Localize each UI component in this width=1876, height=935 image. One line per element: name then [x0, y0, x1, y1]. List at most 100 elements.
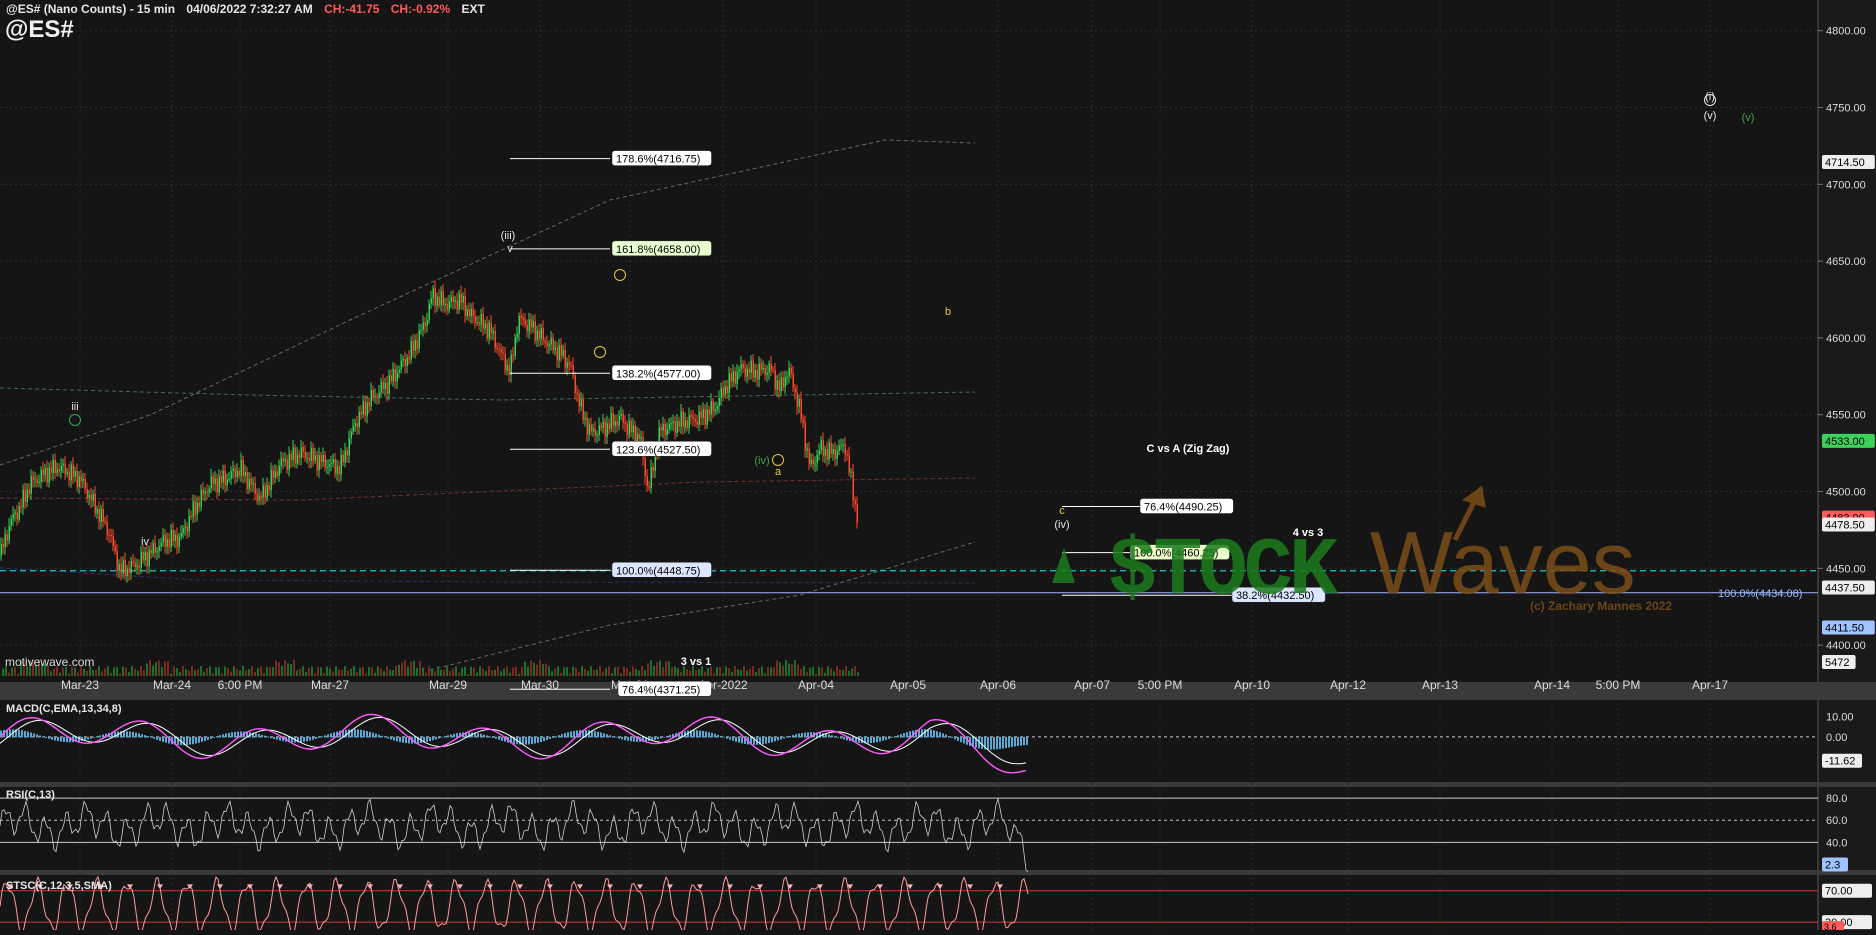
candle-body: [770, 363, 772, 371]
candle-body: [828, 442, 830, 460]
macd-hist-bar: [396, 736, 398, 742]
macd-hist-bar: [726, 736, 728, 739]
volume-bar: [395, 666, 397, 676]
volume-bar: [248, 669, 250, 676]
wave-label: (i): [1705, 91, 1715, 103]
time-tick-label: Apr-17: [1692, 678, 1728, 692]
macd-hist-bar: [390, 736, 392, 740]
macd-hist-bar: [201, 736, 203, 742]
volume-bar: [698, 669, 700, 676]
macd-hist-bar: [276, 736, 278, 740]
panel-separator: [0, 682, 1876, 700]
volume-bar: [320, 667, 322, 676]
macd-hist-bar: [606, 734, 608, 738]
candle-body: [674, 421, 676, 433]
volume-bar: [104, 668, 106, 676]
candle-body: [620, 413, 622, 416]
candle-body: [20, 506, 22, 508]
macd-hist-bar: [783, 736, 785, 739]
macd-hist-bar: [609, 735, 611, 738]
volume-bar: [533, 662, 535, 676]
candle-body: [616, 421, 618, 426]
macd-hist-bar: [594, 731, 596, 738]
volume-bar: [266, 667, 268, 676]
candle-body: [106, 522, 108, 535]
candle-body: [244, 472, 246, 476]
candle-body: [418, 329, 420, 349]
candle-body: [208, 488, 210, 493]
candle-body: [726, 386, 728, 394]
volume-bar: [317, 667, 319, 676]
macd-hist-bar: [930, 729, 932, 738]
macd-hist-bar: [699, 730, 701, 738]
candle-body: [514, 337, 516, 357]
macd-hist-bar: [441, 736, 443, 738]
macd-tick-label: 0.00: [1826, 732, 1847, 744]
candle-body: [94, 493, 96, 514]
macd-panel-title: MACD(C,EMA,13,34,8): [6, 703, 122, 715]
macd-hist-bar: [612, 736, 614, 738]
candle-body: [546, 343, 548, 347]
time-tick-label: Apr-13: [1422, 678, 1458, 692]
chart-canvas[interactable]: 4400.00 4450.00 4500.00 4550.00 4600.00 4650.…: [0, 0, 1876, 935]
volume-bar: [389, 669, 391, 676]
macd-hist-bar: [546, 736, 548, 741]
macd-hist-bar: [618, 736, 620, 739]
macd-hist-bar: [138, 733, 140, 738]
volume-bar: [638, 670, 640, 676]
macd-hist-bar: [993, 736, 995, 750]
candle-body: [72, 464, 74, 477]
chart-workspace[interactable]: 4400.00 4450.00 4500.00 4550.00 4600.00 4650.…: [0, 0, 1876, 935]
candle-body: [800, 399, 802, 420]
candle-body: [222, 471, 224, 483]
candle-body: [676, 421, 678, 433]
candle-body: [596, 434, 598, 436]
macd-hist-bar: [696, 730, 698, 738]
candle-body: [280, 458, 282, 466]
macd-hist-bar: [312, 736, 314, 740]
price-tick-label: 4750.00: [1826, 103, 1866, 115]
candle-body: [294, 447, 296, 464]
macd-hist-bar: [804, 732, 806, 738]
macd-hist-bar: [261, 734, 263, 738]
volume-bar: [593, 670, 595, 676]
symbol-label: @ES#: [5, 16, 74, 43]
candle-body: [816, 454, 818, 464]
candle-body: [786, 376, 788, 378]
candle-body: [22, 489, 24, 508]
volume-bar: [857, 672, 859, 676]
volume-bar: [440, 669, 442, 676]
macd-hist-bar: [534, 736, 536, 744]
candle-body: [56, 469, 58, 473]
volume-bar: [212, 673, 214, 676]
macd-hist-bar: [165, 736, 167, 743]
candle-body: [70, 464, 72, 481]
macd-hist-bar: [906, 732, 908, 738]
candle-body: [226, 479, 228, 486]
macd-hist-bar: [600, 732, 602, 738]
candle-body: [666, 429, 668, 436]
macd-hist-bar: [36, 734, 38, 738]
volume-bar: [689, 670, 691, 676]
candle-body: [824, 448, 826, 456]
candle-body: [302, 447, 304, 452]
candle-body: [522, 317, 524, 321]
candle-body: [506, 364, 508, 371]
volume-bar: [512, 667, 514, 676]
candle-body: [38, 481, 40, 483]
candle-body: [488, 322, 490, 339]
candle-body: [278, 465, 280, 476]
volume-bar: [482, 668, 484, 676]
candle-body: [88, 494, 90, 499]
wave-label: iii: [71, 401, 78, 413]
candle-body: [410, 340, 412, 360]
volume-bar: [617, 667, 619, 676]
candle-body: [334, 459, 336, 474]
candle-body: [648, 486, 650, 488]
macd-hist-bar: [657, 736, 659, 740]
macd-hist-bar: [27, 731, 29, 738]
volume-bar: [293, 660, 295, 676]
volume-bar: [446, 666, 448, 676]
candle-body: [110, 535, 112, 537]
macd-hist-bar: [948, 736, 950, 738]
